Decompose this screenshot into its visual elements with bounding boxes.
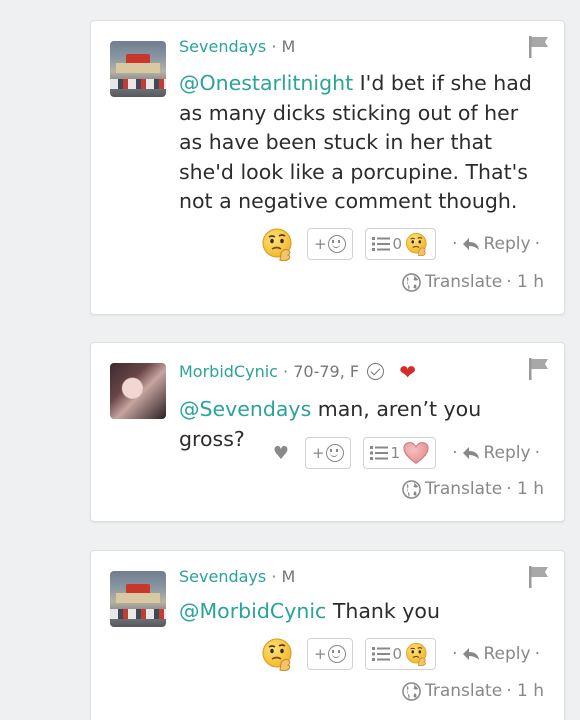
- add-reaction-button[interactable]: +: [306, 228, 353, 260]
- add-reaction-button[interactable]: +: [306, 638, 353, 670]
- translate-row: Translate · 1 h: [402, 681, 544, 701]
- flag-icon[interactable]: [528, 357, 550, 381]
- reply-icon: [462, 237, 480, 251]
- author-line: MorbidCynic · 70-79, F ❤: [179, 360, 416, 384]
- avatar[interactable]: [110, 363, 166, 419]
- list-icon: [372, 646, 390, 662]
- comment-text: @Onestarlitnight I'd bet if she had as m…: [179, 69, 546, 217]
- separator: ·: [452, 644, 458, 664]
- smile-icon: [325, 444, 344, 462]
- action-row: ♥ + 1 · Reply ·: [273, 436, 544, 470]
- globe-icon: [402, 273, 421, 292]
- username-link[interactable]: Sevendays: [179, 37, 266, 56]
- timestamp: · 1 h: [506, 681, 544, 701]
- separator: ·: [452, 234, 458, 254]
- reply-button[interactable]: · Reply ·: [448, 443, 544, 463]
- translate-link[interactable]: Translate: [425, 479, 502, 499]
- mention-link[interactable]: @MorbidCynic: [179, 599, 326, 623]
- comment-text: @MorbidCynic Thank you: [179, 597, 546, 627]
- translate-link[interactable]: Translate: [425, 681, 502, 701]
- reply-label: Reply: [483, 234, 531, 254]
- author-line: Sevendays · M: [179, 37, 295, 56]
- thinking-face-icon: [405, 232, 429, 256]
- user-meta: · 70-79, F: [283, 362, 360, 381]
- heart-icon: ❤: [399, 360, 417, 384]
- verified-icon: [367, 363, 385, 380]
- thinking-face-icon[interactable]: [261, 227, 295, 261]
- reply-button[interactable]: · Reply ·: [448, 644, 544, 664]
- mention-link[interactable]: @Onestarlitnight: [179, 71, 353, 95]
- separator: ·: [534, 644, 540, 664]
- smile-icon: [327, 645, 346, 663]
- reaction-count-button[interactable]: 1: [362, 437, 437, 469]
- thinking-face-icon: [405, 642, 429, 666]
- reply-icon: [462, 647, 480, 661]
- smile-icon: [327, 235, 346, 253]
- flag-icon[interactable]: [528, 565, 550, 589]
- timestamp: · 1 h: [506, 479, 544, 499]
- comment-card: MorbidCynic · 70-79, F ❤ @Sevendays man,…: [90, 342, 565, 522]
- thinking-face-icon[interactable]: [261, 637, 295, 671]
- plus-label: +: [313, 235, 327, 253]
- separator: ·: [452, 443, 458, 463]
- avatar[interactable]: [110, 41, 166, 97]
- reply-icon: [462, 446, 480, 460]
- mention-link[interactable]: @Sevendays: [179, 397, 311, 421]
- separator: ·: [534, 234, 540, 254]
- separator: ·: [534, 443, 540, 463]
- reply-label: Reply: [483, 644, 531, 664]
- flag-icon[interactable]: [528, 35, 550, 59]
- reaction-count-button[interactable]: 0: [364, 638, 437, 670]
- translate-link[interactable]: Translate: [425, 272, 502, 292]
- translate-row: Translate · 1 h: [402, 272, 544, 292]
- plus-label: +: [311, 444, 325, 462]
- user-meta: · M: [271, 37, 296, 56]
- reply-label: Reply: [483, 443, 531, 463]
- user-meta: · M: [271, 567, 296, 586]
- reaction-count: 1: [390, 444, 401, 462]
- comment-card: Sevendays · M @Onestarlitnight I'd bet i…: [90, 20, 565, 315]
- reaction-count: 0: [392, 645, 403, 663]
- comment-body: Thank you: [326, 599, 440, 623]
- action-row: + 0 · Reply ·: [261, 637, 544, 671]
- globe-icon: [402, 682, 421, 701]
- like-heart-icon[interactable]: ♥: [273, 443, 289, 464]
- reply-button[interactable]: · Reply ·: [448, 234, 544, 254]
- reaction-count: 0: [392, 235, 403, 253]
- globe-icon: [402, 480, 421, 499]
- list-icon: [370, 445, 388, 461]
- list-icon: [372, 236, 390, 252]
- add-reaction-button[interactable]: +: [304, 437, 351, 469]
- username-link[interactable]: Sevendays: [179, 567, 266, 586]
- comment-card: Sevendays · M @MorbidCynic Thank you + 0…: [90, 550, 565, 720]
- translate-row: Translate · 1 h: [402, 479, 544, 499]
- author-line: Sevendays · M: [179, 567, 295, 586]
- plus-label: +: [313, 645, 327, 663]
- heart-icon: [403, 441, 429, 465]
- avatar[interactable]: [110, 571, 166, 627]
- username-link[interactable]: MorbidCynic: [179, 362, 278, 381]
- action-row: + 0 · Reply ·: [261, 227, 544, 261]
- reaction-count-button[interactable]: 0: [364, 228, 437, 260]
- timestamp: · 1 h: [506, 272, 544, 292]
